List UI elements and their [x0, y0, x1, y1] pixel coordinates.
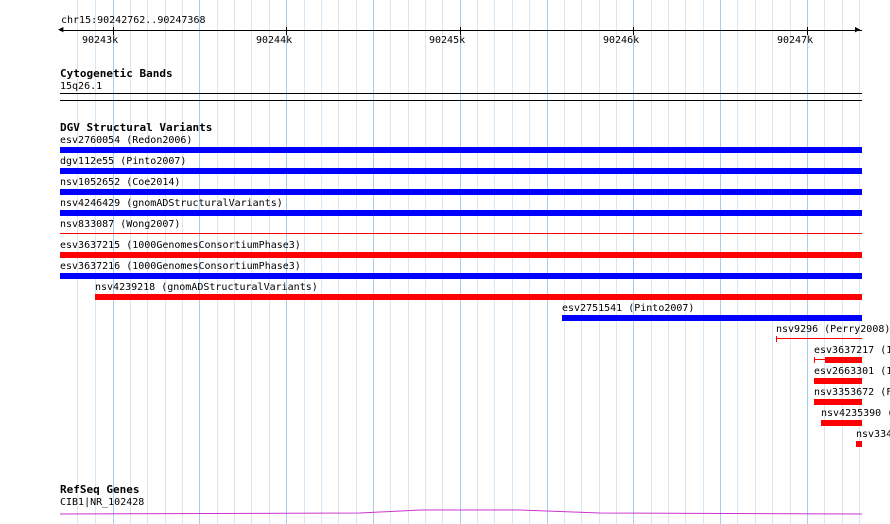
feature-bar[interactable]	[60, 168, 862, 174]
ruler-tick	[113, 27, 114, 35]
feature-label[interactable]: nsv4235390 (	[821, 408, 890, 419]
feature-label[interactable]: nsv334	[856, 429, 890, 440]
ruler-tick	[807, 27, 808, 35]
ruler-tick	[460, 27, 461, 35]
feature-bar[interactable]	[825, 357, 862, 363]
ruler-tick	[633, 27, 634, 35]
feature-bar[interactable]	[814, 399, 862, 405]
ruler-tick-label: 90245k	[429, 35, 466, 46]
scroll-left-arrow-icon[interactable]: ◀	[58, 26, 63, 35]
feature-label[interactable]: nsv833087 (Wong2007)	[60, 219, 180, 230]
cytoband-label[interactable]: 15q26.1	[60, 81, 102, 92]
cytoband-top-line	[60, 93, 862, 94]
ruler-line	[60, 30, 862, 31]
feature-label[interactable]: esv2663301 (1	[814, 366, 890, 377]
feature-bar[interactable]	[60, 252, 862, 258]
feature-bar[interactable]	[60, 210, 862, 216]
feature-end-tick	[814, 357, 815, 363]
ruler-tick	[286, 27, 287, 35]
feature-label[interactable]: nsv1052652 (Coe2014)	[60, 177, 180, 188]
feature-bar[interactable]	[776, 338, 862, 339]
feature-label[interactable]: nsv4239218 (gnomADStructuralVariants)	[95, 282, 318, 293]
ruler-tick-label: 90247k	[777, 35, 814, 46]
feature-label[interactable]: nsv4246429 (gnomADStructuralVariants)	[60, 198, 283, 209]
feature-bar[interactable]	[562, 315, 862, 321]
feature-bar[interactable]	[856, 441, 862, 447]
ruler-tick-label: 90243k	[82, 35, 119, 46]
gene-label[interactable]: CIB1|NR_102428	[60, 497, 144, 508]
feature-bar[interactable]	[814, 378, 862, 384]
scroll-right-arrow-icon[interactable]: ▶	[855, 26, 860, 35]
feature-label[interactable]: esv3637216 (1000GenomesConsortiumPhase3)	[60, 261, 301, 272]
feature-end-tick	[776, 336, 777, 342]
feature-label[interactable]: esv2760054 (Redon2006)	[60, 135, 192, 146]
feature-bar[interactable]	[821, 420, 862, 426]
gene-feature[interactable]	[60, 509, 862, 517]
ruler-tick-label: 90244k	[256, 35, 293, 46]
refseq-track-title[interactable]: RefSeq Genes	[60, 484, 139, 496]
feature-label[interactable]: esv3637217 (1	[814, 345, 890, 356]
cytoband-track-title[interactable]: Cytogenetic Bands	[60, 68, 173, 80]
dgv-track-title[interactable]: DGV Structural Variants	[60, 122, 212, 134]
ruler-tick-label: 90246k	[603, 35, 640, 46]
feature-bar[interactable]	[95, 294, 862, 300]
feature-bar[interactable]	[60, 273, 862, 279]
feature-bar[interactable]	[60, 233, 862, 234]
cytoband-bottom-line	[60, 100, 862, 101]
gene-line-path	[60, 509, 862, 515]
feature-bar[interactable]	[60, 189, 862, 195]
genome-browser-view: chr15:90242762..90247368 ◀ ▶ 90243k 9024…	[0, 0, 890, 524]
feature-label[interactable]: dgv112e55 (Pinto2007)	[60, 156, 186, 167]
feature-label[interactable]: esv2751541 (Pinto2007)	[562, 303, 694, 314]
feature-label[interactable]: esv3637215 (1000GenomesConsortiumPhase3)	[60, 240, 301, 251]
location-label: chr15:90242762..90247368	[61, 15, 206, 26]
feature-label[interactable]: nsv9296 (Perry2008)	[776, 324, 890, 335]
feature-label[interactable]: nsv3353672 (F	[814, 387, 890, 398]
feature-bar[interactable]	[60, 147, 862, 153]
